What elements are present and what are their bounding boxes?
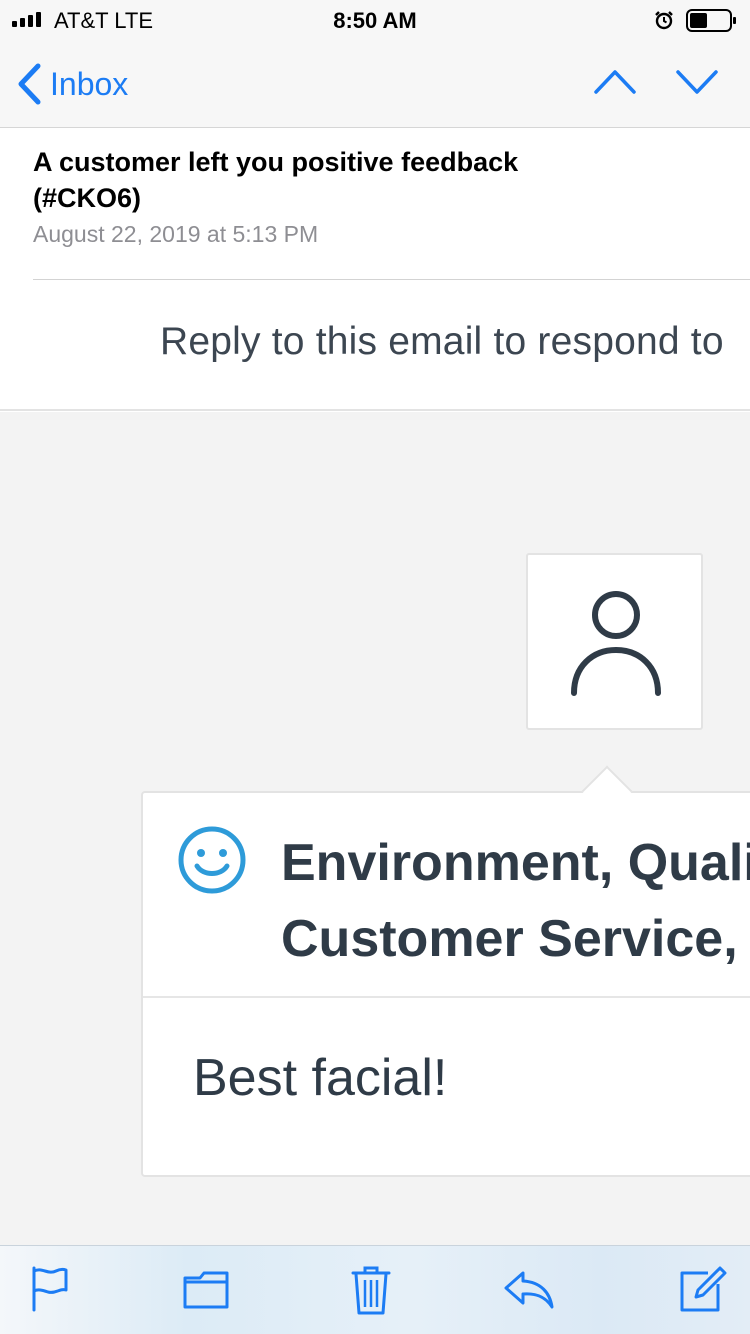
chevron-down-icon[interactable] [675, 66, 719, 96]
email-date: August 22, 2019 at 5:13 PM [33, 221, 319, 247]
chevron-left-icon [18, 63, 41, 105]
avatar [526, 553, 703, 730]
status-bar: AT&T LTE 8:50 AM [0, 0, 750, 40]
reply-instruction-band: Reply to this email to respond to [0, 280, 750, 411]
flag-icon[interactable] [30, 1266, 70, 1312]
card-divider [143, 996, 750, 998]
person-icon [571, 591, 661, 696]
feedback-categories: Environment, Quality, Customer Service, [281, 834, 750, 968]
folder-icon[interactable] [183, 1270, 229, 1310]
feedback-comment: Best facial! [193, 1049, 448, 1107]
card-pointer [581, 765, 633, 817]
nav-bar: Inbox [0, 40, 750, 128]
bottom-toolbar [0, 1245, 750, 1334]
chevron-up-icon[interactable] [593, 66, 637, 96]
email-header: A customer left you positive feedback (#… [0, 129, 750, 279]
back-label: Inbox [50, 65, 129, 102]
back-to-inbox-button[interactable]: Inbox [16, 60, 128, 108]
battery-icon [686, 9, 736, 32]
feedback-card: Environment, Quality, Customer Service, … [141, 765, 750, 1177]
smile-icon [178, 826, 246, 894]
email-body[interactable]: Environment, Quality, Customer Service, … [0, 412, 750, 1245]
reply-icon[interactable] [503, 1270, 555, 1310]
compose-icon[interactable] [678, 1264, 728, 1314]
trash-icon[interactable] [351, 1264, 391, 1316]
reply-instruction: Reply to this email to respond to [160, 320, 724, 363]
alarm-icon [655, 11, 673, 30]
email-subject: A customer left you positive feedback (#… [33, 147, 519, 213]
status-time: 8:50 AM [333, 8, 417, 33]
